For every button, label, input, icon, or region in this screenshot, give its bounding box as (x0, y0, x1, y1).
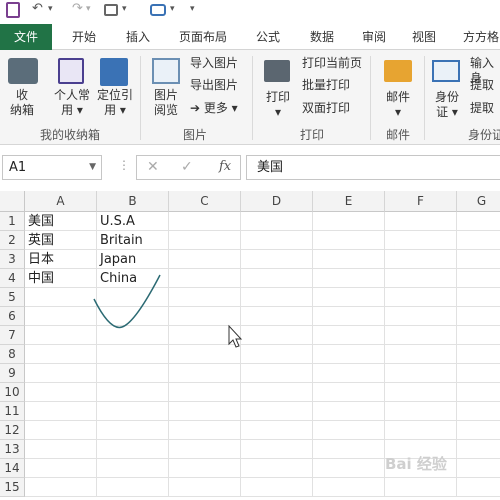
print-label-2: ▾ (274, 105, 282, 119)
spreadsheet-grid: A B C D E F G 1 美国 U.S.A 2 英国 Britain 3 日本 Japan… (0, 191, 500, 500)
tab-file[interactable]: 文件 (0, 24, 52, 50)
print-label-1: 打印 (265, 90, 290, 104)
locate-reference-label-1: 定位引 (96, 88, 133, 102)
ribbon-tabs: 文件 开始 插入 页面布局 公式 数据 审阅 视图 方方格 (0, 24, 500, 50)
mail-group-label: 邮件 (385, 128, 410, 142)
locate-reference-icon (100, 58, 128, 86)
locate-reference-label-2: 用 ▾ (104, 103, 126, 117)
tab-home[interactable]: 开始 (64, 24, 104, 50)
extract-button-1[interactable]: 提取 (470, 78, 494, 93)
insert-function-icon[interactable]: fx (219, 159, 231, 174)
printer-icon (264, 60, 290, 82)
mail-icon (384, 60, 412, 82)
id-card-label-2: 证 ▾ (436, 105, 458, 119)
personal-common-button[interactable]: 个人常 用 ▾ (50, 88, 94, 118)
ribbon: 收 纳箱 个人常 用 ▾ 定位引 用 ▾ 我的收纳箱 图片 阅览 导入图片 导出… (0, 50, 500, 145)
export-image-button[interactable]: 导出图片 (190, 78, 238, 93)
chevron-down-icon[interactable]: ▼ (89, 156, 96, 179)
duplex-print-button[interactable]: 双面打印 (302, 101, 350, 116)
image-browse-label-2: 阅览 (153, 103, 178, 117)
formula-input[interactable]: 美国 (246, 155, 500, 180)
shape-dropdown-icon[interactable]: ▾ (170, 0, 175, 20)
extract-button-2[interactable]: 提取 (470, 101, 494, 116)
cancel-icon[interactable]: ✕ (147, 159, 159, 175)
mail-button[interactable]: 邮件 ▾ (380, 90, 416, 120)
formula-bar: A1 ▼ ⋮ ✕ ✓ fx 美国 (0, 150, 500, 186)
group-separator (140, 56, 141, 140)
id-card-icon (432, 60, 460, 82)
baidu-watermark: Bai 经验 (385, 455, 447, 473)
print-preview-icon[interactable] (104, 4, 118, 16)
shape-icon[interactable] (150, 4, 166, 16)
save-icon[interactable] (6, 2, 20, 18)
image-group-label: 图片 (182, 128, 207, 142)
personal-common-label-1: 个人常 (53, 88, 90, 102)
name-box[interactable]: A1 ▼ (2, 155, 102, 180)
mail-label-1: 邮件 (385, 90, 410, 104)
name-box-value: A1 (9, 160, 27, 175)
undo-dropdown-icon[interactable]: ▾ (48, 0, 53, 20)
tab-view[interactable]: 视图 (404, 24, 444, 50)
mouse-cursor-icon (228, 324, 243, 348)
tab-fangfange[interactable]: 方方格 (456, 24, 500, 50)
id-card-button[interactable]: 身份 证 ▾ (430, 90, 464, 120)
print-group-label: 打印 (299, 128, 324, 142)
tab-formulas[interactable]: 公式 (248, 24, 288, 50)
redo-dropdown-icon[interactable]: ▾ (86, 0, 91, 20)
tab-review[interactable]: 审阅 (354, 24, 394, 50)
import-image-button[interactable]: 导入图片 (190, 56, 238, 71)
personal-common-label-2: 用 ▾ (61, 103, 83, 117)
print-dropdown-icon[interactable]: ▾ (122, 0, 127, 20)
group-separator (370, 56, 371, 140)
image-browse-label-1: 图片 (153, 88, 178, 102)
redo-button[interactable]: ↷ (72, 0, 83, 20)
formula-buttons: ✕ ✓ fx (136, 155, 241, 180)
more-dots-icon: ⋮ (118, 158, 130, 172)
tab-page-layout[interactable]: 页面布局 (172, 24, 234, 50)
favorites-label-1: 收 (15, 88, 28, 102)
favorites-label-2: 纳箱 (9, 103, 34, 117)
batch-print-button[interactable]: 批量打印 (302, 78, 350, 93)
image-browse-button[interactable]: 图片 阅览 (148, 88, 184, 118)
tab-data[interactable]: 数据 (302, 24, 342, 50)
favorites-button[interactable]: 收 纳箱 (4, 88, 40, 118)
print-current-page-button[interactable]: 打印当前页 (302, 56, 362, 71)
quick-access-toolbar: ↶ ▾ ↷ ▾ ▾ ▾ ▾ (0, 0, 500, 22)
toolbox-icon (8, 58, 38, 84)
customize-qat-icon[interactable]: ▾ (190, 0, 195, 20)
group-separator (424, 56, 425, 140)
tab-insert[interactable]: 插入 (118, 24, 158, 50)
locate-reference-button[interactable]: 定位引 用 ▾ (94, 88, 136, 118)
group-separator (252, 56, 253, 140)
enter-icon[interactable]: ✓ (181, 159, 193, 175)
personal-common-icon (58, 58, 84, 84)
undo-button[interactable]: ↶ (32, 0, 43, 20)
print-button[interactable]: 打印 ▾ (262, 90, 294, 120)
mail-label-2: ▾ (394, 105, 402, 119)
image-browse-icon (152, 58, 180, 84)
id-card-group-label: 身份证 (468, 128, 500, 142)
favorites-group-label: 我的收纳箱 (39, 128, 100, 142)
id-card-label-1: 身份 (434, 90, 459, 104)
more-image-button[interactable]: ➔ 更多 ▾ (190, 101, 238, 116)
handwritten-underline-stroke (93, 274, 161, 329)
